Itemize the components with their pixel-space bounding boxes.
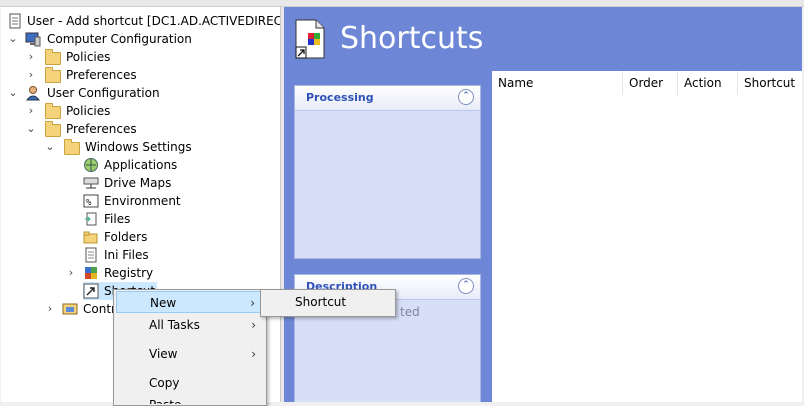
pane-title: Shortcuts [340, 21, 484, 56]
chevron-down-icon[interactable]: ⌄ [7, 30, 19, 48]
collapse-icon[interactable]: ⌃ [458, 89, 474, 105]
tree-cc-policies-label: Policies [66, 50, 111, 64]
control-panel-icon [62, 303, 78, 315]
menu-item-view[interactable]: View › [116, 343, 264, 365]
chevron-right-icon[interactable]: › [25, 48, 37, 66]
tree-uc-preferences-label: Preferences [66, 122, 137, 136]
chevron-down-icon[interactable]: ⌄ [25, 120, 37, 138]
menu-item-label: Paste [149, 394, 181, 404]
computer-icon [25, 32, 41, 47]
context-menu: New › All Tasks › View › Copy Paste [113, 289, 267, 406]
tree-item-drive-maps[interactable]: Drive Maps [83, 174, 273, 192]
column-header-shortcut[interactable]: Shortcut [738, 71, 802, 95]
tree-item-ini-files[interactable]: Ini Files [83, 246, 273, 264]
tree-root[interactable]: User - Add shortcut [DC1.AD.ACTIVEDIRECT… [5, 12, 280, 30]
chevron-right-icon[interactable]: › [25, 66, 37, 84]
tree-cc-policies[interactable]: › Policies [25, 48, 275, 66]
user-icon [25, 86, 41, 101]
environment-icon: % [83, 194, 99, 208]
folder-icon [45, 103, 61, 119]
menu-item-all-tasks[interactable]: All Tasks › [116, 314, 264, 336]
svg-text:%: % [86, 198, 92, 208]
folder-icon [64, 139, 80, 155]
tree-item-label: Applications [104, 158, 178, 172]
tree-item-applications[interactable]: Applications [83, 156, 273, 174]
collapse-icon[interactable]: ⌃ [458, 278, 474, 294]
tree-control-panel-settings[interactable]: › Contr [44, 300, 124, 318]
tree-uc-policies[interactable]: › Policies [25, 102, 275, 120]
processing-label: Processing [306, 91, 374, 104]
tree-windows-settings[interactable]: ⌄ Windows Settings [44, 138, 274, 156]
tree-item-folders[interactable]: Folders [83, 228, 273, 246]
column-header-action[interactable]: Action [678, 71, 738, 95]
menu-item-label: View [149, 347, 178, 361]
window-top-edge [0, 0, 804, 7]
tree-user-configuration-label: User Configuration [47, 86, 160, 100]
chevron-right-icon: › [250, 296, 255, 310]
drive-maps-icon [83, 177, 99, 189]
shortcuts-header-icon [295, 19, 325, 59]
menu-item-label: New [150, 296, 177, 310]
shortcut-icon [83, 283, 99, 299]
folder-icon [45, 121, 61, 137]
tree-computer-configuration-label: Computer Configuration [47, 32, 192, 46]
tree-item-label: Registry [104, 266, 154, 280]
menu-item-copy[interactable]: Copy [116, 372, 264, 394]
gpo-document-icon [9, 13, 21, 29]
ini-files-icon [85, 247, 97, 263]
tree-control-label: Contr [83, 302, 116, 316]
tree-item-label: Environment [104, 194, 181, 208]
processing-panel-header[interactable]: Processing ⌃ [295, 86, 480, 111]
registry-icon [85, 267, 97, 279]
menu-item-label: All Tasks [149, 318, 200, 332]
folder-icon [45, 67, 61, 83]
tree-item-label: Drive Maps [104, 176, 172, 190]
details-pane: Shortcuts Processing ⌃ Description ⌃ ted… [284, 7, 802, 402]
tree-item-environment[interactable]: % Environment [83, 192, 273, 210]
tree-item-label: Files [104, 212, 131, 226]
tree-windows-settings-label: Windows Settings [85, 140, 192, 154]
tree-item-label: Folders [104, 230, 148, 244]
folders-icon [83, 231, 98, 244]
chevron-right-icon[interactable]: › [25, 102, 37, 120]
files-icon [85, 212, 97, 226]
menu-item-label: Copy [149, 376, 180, 390]
folder-icon [45, 49, 61, 65]
tree-root-label: User - Add shortcut [DC1.AD.ACTIVEDIRECT… [27, 14, 280, 28]
processing-panel: Processing ⌃ [294, 85, 481, 259]
new-submenu: Shortcut [260, 289, 396, 317]
menu-item-paste[interactable]: Paste [116, 394, 264, 404]
tree-cc-preferences-label: Preferences [66, 68, 137, 82]
chevron-right-icon: › [251, 347, 256, 361]
tree-item-label: Ini Files [104, 248, 149, 262]
tree-item-files[interactable]: Files [83, 210, 273, 228]
tree-computer-configuration[interactable]: ⌄ Computer Configuration [7, 30, 277, 48]
tree-cc-preferences[interactable]: › Preferences [25, 66, 275, 84]
tree-user-configuration[interactable]: ⌄ User Configuration [7, 84, 277, 102]
tree-item-registry[interactable]: › Registry [65, 264, 275, 282]
chevron-down-icon[interactable]: ⌄ [44, 138, 56, 156]
chevron-right-icon: › [251, 318, 256, 332]
menu-item-new[interactable]: New › [116, 291, 264, 313]
tree-uc-policies-label: Policies [66, 104, 111, 118]
chevron-down-icon[interactable]: ⌄ [7, 84, 19, 102]
shortcuts-list[interactable]: Name Order Action Shortcut [492, 71, 802, 402]
tree-uc-preferences[interactable]: ⌄ Preferences [25, 120, 275, 138]
submenu-item-shortcut[interactable]: Shortcut [295, 295, 346, 309]
chevron-right-icon[interactable]: › [44, 300, 56, 318]
column-header-order[interactable]: Order [623, 71, 678, 95]
column-header-name[interactable]: Name [492, 71, 623, 95]
applications-icon [84, 158, 98, 172]
chevron-right-icon[interactable]: › [65, 264, 77, 282]
description-text: ted [400, 305, 420, 319]
